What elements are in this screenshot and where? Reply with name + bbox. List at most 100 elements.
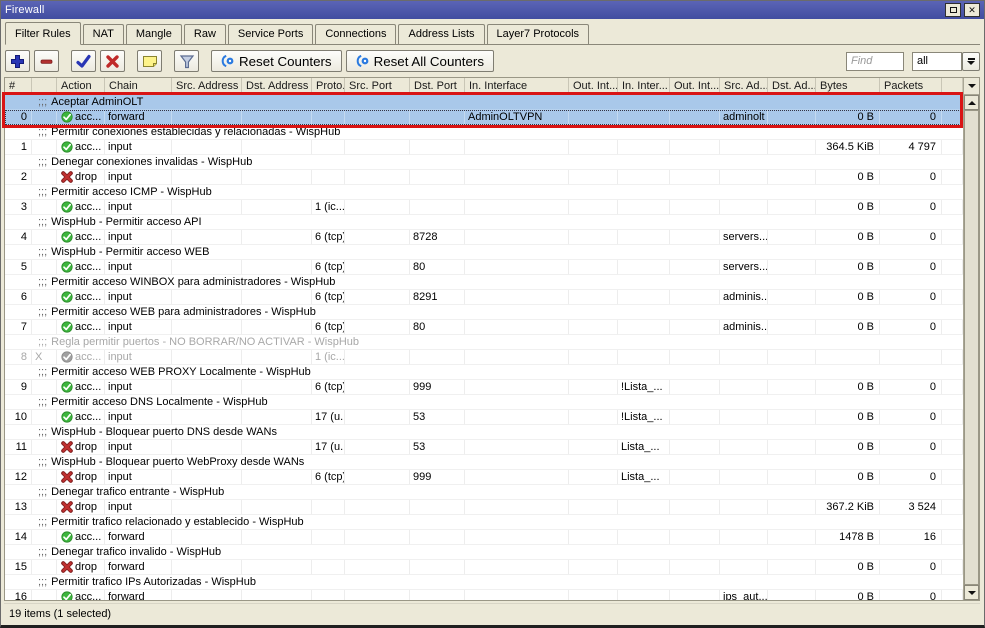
rule-row-3[interactable]: 3acc...input1 (ic...0 B0 <box>5 200 963 215</box>
comment-button[interactable] <box>137 50 162 72</box>
find-input[interactable] <box>846 52 904 71</box>
column-header-packets[interactable]: Packets <box>880 78 942 94</box>
rule-row-15[interactable]: 15dropforward0 B0 <box>5 560 963 575</box>
filter-button[interactable] <box>174 50 199 72</box>
rule-dst-address-list <box>768 140 816 155</box>
remove-rule-button[interactable] <box>34 50 59 72</box>
rule-row-12[interactable]: 12dropinput6 (tcp)999Lista_...0 B0 <box>5 470 963 485</box>
column-header-dst-address[interactable]: Dst. Address <box>242 78 312 94</box>
comment-row[interactable]: ;;;Permitir trafico IPs Autorizadas - Wi… <box>5 575 963 590</box>
enable-rule-button[interactable] <box>71 50 96 72</box>
rule-out-interface <box>569 230 618 245</box>
rule-protocol <box>312 560 345 575</box>
rule-out-interface <box>569 200 618 215</box>
tab-layer7-protocols[interactable]: Layer7 Protocols <box>487 24 590 44</box>
action-label: acc... <box>75 530 101 544</box>
rule-flag <box>32 320 57 335</box>
rule-row-1[interactable]: 1acc...input364.5 KiB4 797 <box>5 140 963 155</box>
rule-number: 4 <box>5 230 32 245</box>
rule-filter-select[interactable]: all <box>912 52 962 71</box>
comment-row[interactable]: ;;;Denegar conexiones invalidas - WispHu… <box>5 155 963 170</box>
column-header-proto[interactable]: Proto... <box>312 78 345 94</box>
rule-row-0[interactable]: 0acc...forwardAdminOLTVPNadminolt0 B0 <box>5 110 963 125</box>
comment-row[interactable]: ;;;Permitir acceso WINBOX para administr… <box>5 275 963 290</box>
column-header-chain[interactable]: Chain <box>105 78 172 94</box>
tab-address-lists[interactable]: Address Lists <box>398 24 484 44</box>
scroll-up-icon[interactable] <box>964 95 979 110</box>
rule-flag <box>32 110 57 125</box>
comment-row[interactable]: ;;;Denegar trafico invalido - WispHub <box>5 545 963 560</box>
column-header-in-interface[interactable]: In. Interface <box>465 78 569 94</box>
comment-row[interactable]: ;;;Permitir acceso WEB PROXY Localmente … <box>5 365 963 380</box>
scrollbar-thumb[interactable] <box>964 110 979 585</box>
column-header-src-port[interactable]: Src. Port <box>345 78 410 94</box>
rule-row-8[interactable]: 8Xacc...input1 (ic... <box>5 350 963 365</box>
rule-row-7[interactable]: 7acc...input6 (tcp)80adminis...0 B0 <box>5 320 963 335</box>
rule-row-6[interactable]: 6acc...input6 (tcp)8291adminis...0 B0 <box>5 290 963 305</box>
rule-src-port <box>345 230 410 245</box>
rule-in-interface-list <box>618 170 670 185</box>
tab-filter-rules[interactable]: Filter Rules <box>5 22 81 45</box>
rule-src-address-list: ips_aut... <box>720 590 768 600</box>
rule-out-interface-list <box>670 110 720 125</box>
column-header-src-address[interactable]: Src. Address <box>172 78 242 94</box>
rule-row-5[interactable]: 5acc...input6 (tcp)80servers...0 B0 <box>5 260 963 275</box>
comment-row[interactable]: ;;;Permitir acceso DNS Localmente - Wisp… <box>5 395 963 410</box>
rule-row-16[interactable]: 16acc...forwardips_aut...0 B0 <box>5 590 963 600</box>
rule-row-11[interactable]: 11dropinput17 (u...53Lista_...0 B0 <box>5 440 963 455</box>
comment-row[interactable]: ;;;WispHub - Bloquear puerto DNS desde W… <box>5 425 963 440</box>
rules-table: # ActionChainSrc. AddressDst. AddressProt… <box>4 77 980 601</box>
column-header-in-inter[interactable]: In. Inter... <box>618 78 670 94</box>
tab-connections[interactable]: Connections <box>315 24 396 44</box>
rule-row-9[interactable]: 9acc...input6 (tcp)999!Lista_...0 B0 <box>5 380 963 395</box>
column-header-[interactable]: # <box>5 78 32 94</box>
rule-row-14[interactable]: 14acc...forward1478 B16 <box>5 530 963 545</box>
vertical-scrollbar[interactable] <box>963 95 979 600</box>
column-header-action[interactable]: Action <box>57 78 105 94</box>
comment-row[interactable]: ;;;Permitir conexiones establecidas y re… <box>5 125 963 140</box>
rule-row-10[interactable]: 10acc...input17 (u...53!Lista_...0 B0 <box>5 410 963 425</box>
rule-src-address <box>172 560 242 575</box>
action-label: drop <box>75 440 97 454</box>
action-label: acc... <box>75 380 101 394</box>
add-rule-button[interactable] <box>5 50 30 72</box>
comment-row[interactable]: ;;;Permitir acceso WEB para administrado… <box>5 305 963 320</box>
reset-all-counters-button[interactable]: Reset All Counters <box>346 50 494 72</box>
restore-icon[interactable] <box>945 3 961 17</box>
rule-in-interface-list <box>618 290 670 305</box>
rule-row-13[interactable]: 13dropinput367.2 KiB3 524 <box>5 500 963 515</box>
comment-row[interactable]: ;;;Permitir trafico relacionado y establ… <box>5 515 963 530</box>
column-header-bytes[interactable]: Bytes <box>816 78 880 94</box>
rule-bytes: 364.5 KiB <box>816 140 880 155</box>
column-header-out-int[interactable]: Out. Int... <box>569 78 618 94</box>
scroll-down-icon[interactable] <box>964 585 979 600</box>
rule-row-2[interactable]: 2dropinput0 B0 <box>5 170 963 185</box>
column-header-blank-1[interactable] <box>32 78 57 94</box>
comment-row[interactable]: ;;;Aceptar AdminOLT <box>5 95 963 110</box>
close-icon[interactable]: ✕ <box>964 3 980 17</box>
filter-dropdown-icon[interactable] <box>962 52 980 71</box>
comment-row[interactable]: ;;;WispHub - Permitir acceso API <box>5 215 963 230</box>
rule-src-address <box>172 260 242 275</box>
reset-counters-button[interactable]: Reset Counters <box>211 50 342 72</box>
title-bar[interactable]: Firewall ✕ <box>1 1 984 19</box>
column-header-out-int[interactable]: Out. Int... <box>670 78 720 94</box>
comment-prefix: ;;; <box>38 336 47 348</box>
tab-service-ports[interactable]: Service Ports <box>228 24 313 44</box>
column-header-dst-port[interactable]: Dst. Port <box>410 78 465 94</box>
tab-mangle[interactable]: Mangle <box>126 24 182 44</box>
column-select-icon[interactable] <box>963 78 979 95</box>
comment-row[interactable]: ;;;WispHub - Bloquear puerto WebProxy de… <box>5 455 963 470</box>
comment-row[interactable]: ;;;Permitir acceso ICMP - WispHub <box>5 185 963 200</box>
disable-rule-button[interactable] <box>100 50 125 72</box>
column-header-src-ad[interactable]: Src. Ad... <box>720 78 768 94</box>
tab-nat[interactable]: NAT <box>83 24 124 44</box>
rule-row-4[interactable]: 4acc...input6 (tcp)8728servers...0 B0 <box>5 230 963 245</box>
comment-row[interactable]: ;;;Regla permitir puertos - NO BORRAR/NO… <box>5 335 963 350</box>
column-header-dst-ad[interactable]: Dst. Ad... <box>768 78 816 94</box>
comment-row[interactable]: ;;;Denegar trafico entrante - WispHub <box>5 485 963 500</box>
tab-raw[interactable]: Raw <box>184 24 226 44</box>
comment-row[interactable]: ;;;WispHub - Permitir acceso WEB <box>5 245 963 260</box>
action-label: acc... <box>75 410 101 424</box>
column-header-blank-17[interactable] <box>942 78 963 94</box>
